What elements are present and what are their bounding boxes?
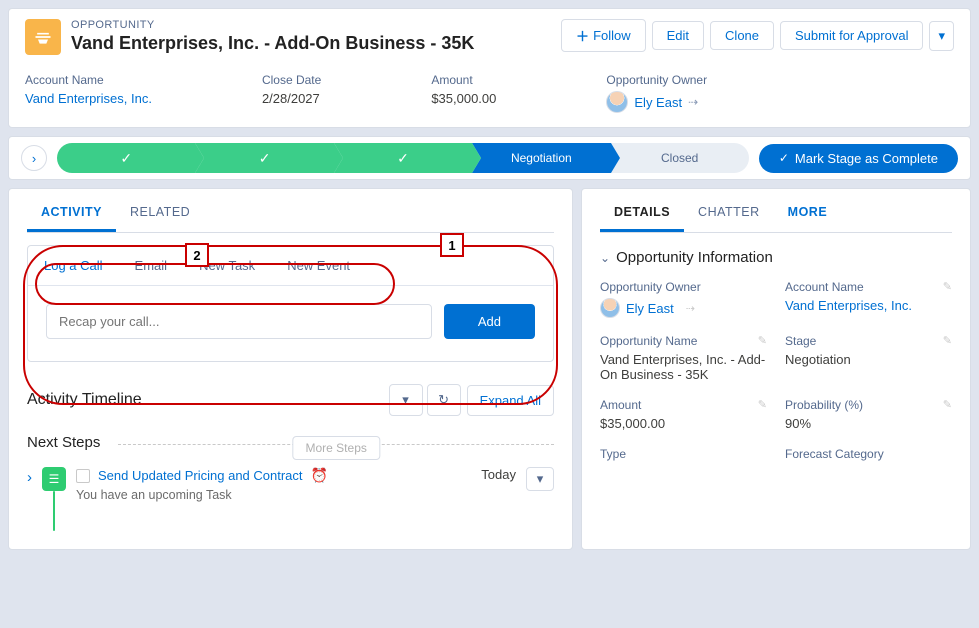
amount-value: $35,000.00 xyxy=(431,91,496,106)
tab-chatter[interactable]: CHATTER xyxy=(684,193,774,232)
annotation-callout-2: 2 xyxy=(185,243,209,267)
header-actions: ＋ Follow Edit Clone Submit for Approval … xyxy=(561,19,954,52)
owner-link[interactable]: Ely East xyxy=(634,95,682,110)
composer-tab-new-event[interactable]: New Event xyxy=(271,246,366,285)
change-owner-icon[interactable]: ⇢ xyxy=(688,95,698,109)
account-name-label: Account Name xyxy=(25,73,152,87)
annotation-callout-1: 1 xyxy=(440,233,464,257)
clone-button[interactable]: Clone xyxy=(710,21,774,50)
filter-button[interactable]: ▾ xyxy=(389,384,423,416)
more-steps-button[interactable]: More Steps xyxy=(293,436,380,460)
path-stage-done[interactable]: ✓ xyxy=(334,143,472,173)
avatar xyxy=(606,91,628,113)
section-title: Opportunity Information xyxy=(616,249,773,266)
account-name-link[interactable]: Vand Enterprises, Inc. xyxy=(25,91,152,106)
sales-path: › ✓ ✓ ✓ Negotiation Closed ✓ Mark Stage … xyxy=(8,136,971,180)
field-label: Probability (%) xyxy=(785,398,952,412)
check-icon: ✓ xyxy=(259,150,271,167)
composer-tab-email[interactable]: Email xyxy=(119,246,184,285)
field-label: Forecast Category xyxy=(785,447,952,461)
expand-item-button[interactable]: › xyxy=(27,467,32,486)
path-stage-pending[interactable]: Closed xyxy=(611,143,749,173)
field-value: $35,000.00 xyxy=(600,416,767,431)
close-date-label: Close Date xyxy=(262,73,321,87)
reminder-icon: ⏰ xyxy=(311,467,328,484)
follow-button[interactable]: ＋ Follow xyxy=(561,19,646,52)
owner-label: Opportunity Owner xyxy=(606,73,707,87)
expand-all-button[interactable]: Expand All xyxy=(467,385,554,416)
path-stage-done[interactable]: ✓ xyxy=(57,143,195,173)
more-actions-button[interactable]: ▾ xyxy=(929,21,954,51)
add-button[interactable]: Add xyxy=(444,304,535,339)
chevron-down-icon: ⌄ xyxy=(600,251,610,265)
avatar xyxy=(600,298,620,318)
field-label: Stage xyxy=(785,334,952,348)
tab-more[interactable]: MORE xyxy=(774,193,842,232)
mark-complete-label: Mark Stage as Complete xyxy=(795,151,938,166)
follow-label: Follow xyxy=(593,28,631,43)
chevron-right-icon: › xyxy=(32,151,36,166)
page-title: Vand Enterprises, Inc. - Add-On Business… xyxy=(71,33,561,54)
path-expand-button[interactable]: › xyxy=(21,145,47,171)
field-value: Negotiation xyxy=(785,352,952,367)
filter-icon: ▾ xyxy=(402,392,409,408)
path-stage-label: Negotiation xyxy=(511,151,572,165)
record-type-eyebrow: OPPORTUNITY xyxy=(71,19,561,31)
timeline-connector xyxy=(53,491,55,531)
field-label: Type xyxy=(600,447,767,461)
edit-icon[interactable]: ✎ xyxy=(943,280,952,293)
edit-icon[interactable]: ✎ xyxy=(943,398,952,411)
plus-icon: ＋ xyxy=(576,26,589,45)
section-header[interactable]: ⌄ Opportunity Information xyxy=(600,249,952,266)
edit-icon[interactable]: ✎ xyxy=(758,398,767,411)
tab-related[interactable]: RELATED xyxy=(116,193,204,232)
check-icon: ✓ xyxy=(397,150,409,167)
caret-down-icon: ▾ xyxy=(938,28,945,43)
submit-approval-button[interactable]: Submit for Approval xyxy=(780,21,923,50)
task-date: Today xyxy=(481,467,516,482)
edit-icon[interactable]: ✎ xyxy=(943,334,952,347)
left-panel: ACTIVITY RELATED 1 2 Log a Call Email Ne… xyxy=(8,188,573,550)
field-label: Amount xyxy=(600,398,767,412)
path-stage-label: Closed xyxy=(661,151,698,165)
next-steps-heading: Next Steps xyxy=(27,434,100,451)
field-label: Opportunity Name xyxy=(600,334,767,348)
mark-stage-complete-button[interactable]: ✓ Mark Stage as Complete xyxy=(759,144,958,173)
field-label: Account Name xyxy=(785,280,952,294)
refresh-icon: ↻ xyxy=(438,392,449,408)
check-icon: ✓ xyxy=(120,150,132,167)
caret-down-icon: ▾ xyxy=(537,471,544,487)
task-menu-button[interactable]: ▾ xyxy=(526,467,554,491)
composer-tab-log-call[interactable]: Log a Call xyxy=(28,246,119,285)
activity-timeline-heading: Activity Timeline xyxy=(27,391,385,409)
right-panel: DETAILS CHATTER MORE ⌄ Opportunity Infor… xyxy=(581,188,971,550)
check-icon: ✓ xyxy=(779,151,789,165)
field-label: Opportunity Owner xyxy=(600,280,767,294)
task-icon: ☰ xyxy=(42,467,66,491)
divider: More Steps xyxy=(118,444,554,445)
field-value: 90% xyxy=(785,416,952,431)
field-value: Vand Enterprises, Inc. - Add-On Business… xyxy=(600,352,767,382)
page-header: OPPORTUNITY Vand Enterprises, Inc. - Add… xyxy=(8,8,971,128)
task-title-link[interactable]: Send Updated Pricing and Contract xyxy=(98,468,303,483)
path-stage-done[interactable]: ✓ xyxy=(195,143,333,173)
tab-activity[interactable]: ACTIVITY xyxy=(27,193,116,232)
recap-input[interactable] xyxy=(46,304,432,339)
timeline-item: › ☰ Send Updated Pricing and Contract ⏰ … xyxy=(27,467,554,531)
task-subtext: You have an upcoming Task xyxy=(76,488,471,502)
refresh-button[interactable]: ↻ xyxy=(427,384,461,416)
account-link[interactable]: Vand Enterprises, Inc. xyxy=(785,298,952,313)
path-stage-current[interactable]: Negotiation xyxy=(472,143,610,173)
task-checkbox[interactable] xyxy=(76,469,90,483)
edit-button[interactable]: Edit xyxy=(652,21,704,50)
opportunity-icon xyxy=(25,19,61,55)
tab-details[interactable]: DETAILS xyxy=(600,193,684,232)
edit-icon[interactable]: ✎ xyxy=(758,334,767,347)
activity-composer: Log a Call Email New Task New Event Add xyxy=(27,245,554,362)
change-owner-icon[interactable]: ⇢ xyxy=(686,302,695,315)
owner-link[interactable]: Ely East xyxy=(626,301,674,316)
amount-label: Amount xyxy=(431,73,496,87)
close-date-value: 2/28/2027 xyxy=(262,91,321,106)
